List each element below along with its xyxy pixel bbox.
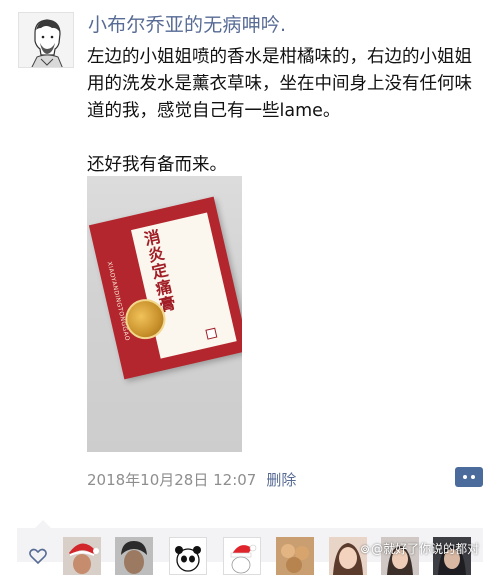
avatar-portrait-image xyxy=(19,13,73,67)
watermark-text: @就好了你说的都对 xyxy=(371,542,480,556)
liker-avatar-image xyxy=(224,538,260,574)
liker-avatar-image xyxy=(115,537,153,575)
liker-avatar[interactable] xyxy=(169,537,207,575)
delete-button[interactable]: 删除 xyxy=(266,471,296,489)
liker-avatar[interactable] xyxy=(276,537,314,575)
liker-avatar[interactable] xyxy=(63,537,101,575)
liker-avatar-image xyxy=(63,537,101,575)
post-text: 左边的小姐姐喷的香水是柑橘味的，右边的小姐姐用的洗发水是薰衣草味，坐在中间身上没… xyxy=(87,47,472,175)
packet-product-pinyin: XIAOYANDINGTONGGAO xyxy=(105,261,131,342)
post-meta: 2018年10月28日 12:07 删除 xyxy=(87,469,296,490)
post-timestamp: 2018年10月28日 12:07 xyxy=(87,471,257,489)
comment-button[interactable] xyxy=(455,467,483,487)
more-dots-icon xyxy=(463,475,467,479)
more-dots-icon xyxy=(471,475,475,479)
weibo-watermark: ⊚@就好了你说的都对 xyxy=(360,540,479,557)
medicine-packet: 消炎定痛膏 XIAOYANDINGTONGGAO xyxy=(88,196,242,380)
liker-avatar-image xyxy=(276,537,314,575)
liker-avatar[interactable] xyxy=(115,537,153,575)
liker-avatar[interactable] xyxy=(223,537,261,575)
author-name[interactable]: 小布尔乔亚的无病呻吟. xyxy=(88,10,286,37)
weibo-icon: ⊚ xyxy=(360,542,371,556)
liker-avatar-image xyxy=(170,538,206,574)
post-photo[interactable]: 消炎定痛膏 XIAOYANDINGTONGGAO xyxy=(87,176,242,452)
author-avatar[interactable] xyxy=(18,12,74,68)
